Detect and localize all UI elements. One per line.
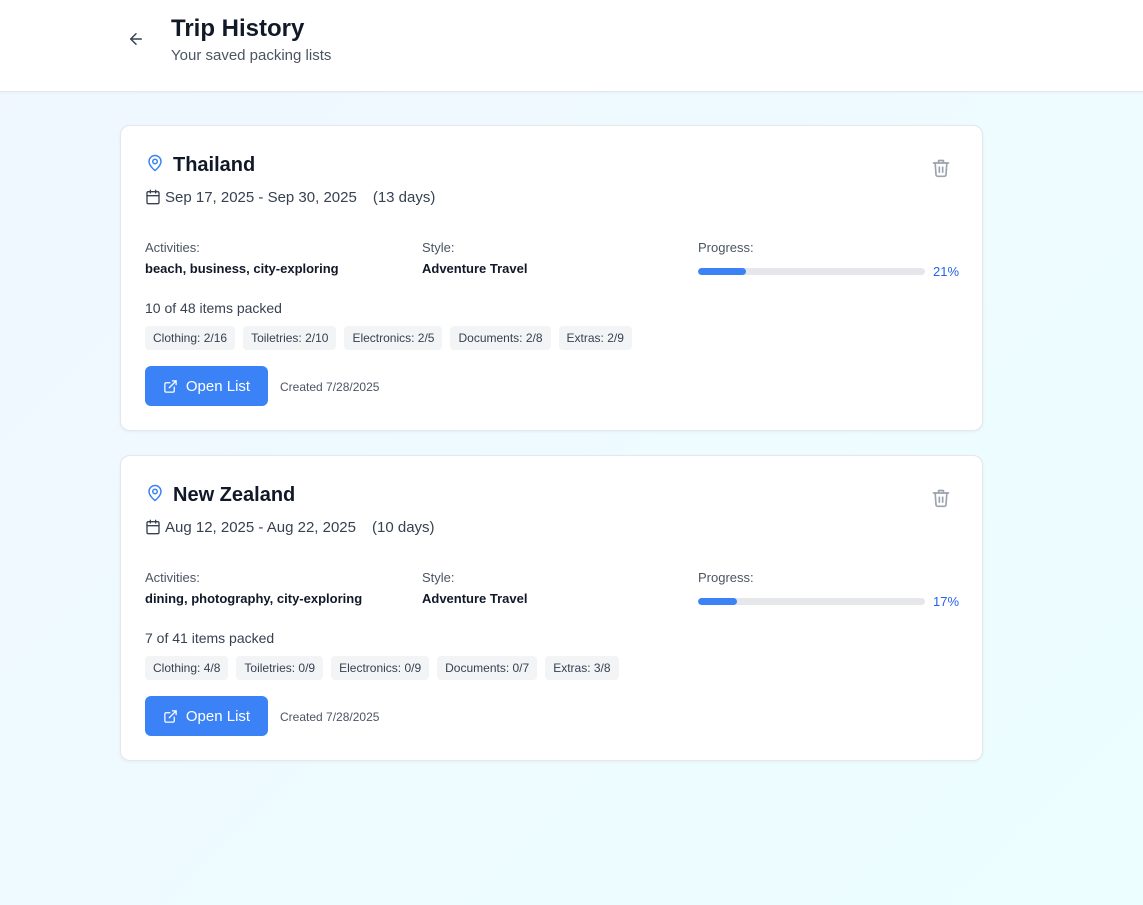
trip-destination: Thailand bbox=[173, 154, 256, 176]
category-chip-clothing: Clothing: 4/8 bbox=[145, 656, 229, 680]
open-list-button[interactable]: Open List bbox=[145, 366, 268, 406]
trip-duration: (13 days) bbox=[372, 189, 436, 206]
category-chip-toiletries: Toiletries: 0/9 bbox=[236, 656, 324, 680]
progress-bar bbox=[698, 598, 925, 605]
progress-bar-fill bbox=[698, 268, 746, 275]
category-chips: Clothing: 2/16 Toiletries: 2/10 Electron… bbox=[145, 326, 632, 350]
category-chip-electronics: Electronics: 2/5 bbox=[344, 326, 443, 350]
trip-destination: New Zealand bbox=[173, 484, 296, 506]
category-chip-documents: Documents: 0/7 bbox=[437, 656, 538, 680]
style-value: Adventure Travel bbox=[422, 591, 528, 606]
open-list-button[interactable]: Open List bbox=[145, 696, 268, 736]
category-chip-extras: Extras: 2/9 bbox=[558, 326, 632, 350]
page-header: Trip History Your saved packing lists bbox=[0, 0, 1143, 92]
arrow-left-icon bbox=[130, 33, 142, 45]
calendar-icon bbox=[146, 189, 160, 205]
trash-icon[interactable] bbox=[931, 487, 951, 509]
open-list-label: Open List bbox=[185, 707, 251, 725]
calendar-icon bbox=[146, 519, 160, 535]
activities-value: dining, photography, city-exploring bbox=[145, 591, 363, 606]
category-chip-clothing: Clothing: 2/16 bbox=[145, 326, 236, 350]
category-chip-documents: Documents: 2/8 bbox=[450, 326, 551, 350]
open-list-label: Open List bbox=[185, 377, 251, 395]
page-subtitle: Your saved packing lists bbox=[171, 47, 332, 64]
trip-date-range: Sep 17, 2025 - Sep 30, 2025 bbox=[165, 189, 357, 206]
progress-label: Progress: bbox=[698, 570, 754, 585]
created-date: Created 7/28/2025 bbox=[280, 380, 380, 394]
map-pin-icon bbox=[148, 484, 162, 502]
trash-icon[interactable] bbox=[931, 157, 951, 179]
category-chip-toiletries: Toiletries: 2/10 bbox=[243, 326, 337, 350]
style-label: Style: bbox=[422, 240, 455, 255]
style-label: Style: bbox=[422, 570, 455, 585]
category-chip-electronics: Electronics: 0/9 bbox=[331, 656, 430, 680]
activities-label: Activities: bbox=[145, 570, 200, 585]
style-value: Adventure Travel bbox=[422, 261, 528, 276]
trip-dates: Sep 17, 2025 - Sep 30, 2025 (13 days) bbox=[165, 188, 435, 208]
progress-percent: 21% bbox=[933, 264, 960, 279]
category-chips: Clothing: 4/8 Toiletries: 0/9 Electronic… bbox=[145, 656, 619, 680]
progress-percent: 17% bbox=[933, 594, 960, 609]
page-title: Trip History bbox=[171, 15, 305, 42]
trip-date-range: Aug 12, 2025 - Aug 22, 2025 bbox=[165, 519, 356, 536]
external-link-icon bbox=[164, 709, 177, 723]
back-button[interactable] bbox=[124, 27, 148, 51]
progress-label: Progress: bbox=[698, 240, 754, 255]
trip-dates: Aug 12, 2025 - Aug 22, 2025 (10 days) bbox=[165, 518, 435, 538]
activities-value: beach, business, city-exploring bbox=[145, 261, 339, 276]
created-date: Created 7/28/2025 bbox=[280, 710, 380, 724]
trip-card: Thailand Sep 17, 2025 - Sep 30, 2025 (13 … bbox=[120, 125, 983, 431]
items-packed-count: 10 of 48 items packed bbox=[145, 300, 282, 316]
external-link-icon bbox=[164, 379, 177, 393]
items-packed-count: 7 of 41 items packed bbox=[145, 630, 275, 646]
category-chip-extras: Extras: 3/8 bbox=[545, 656, 619, 680]
activities-label: Activities: bbox=[145, 240, 200, 255]
map-pin-icon bbox=[148, 154, 162, 172]
progress-bar bbox=[698, 268, 925, 275]
trip-duration: (10 days) bbox=[372, 519, 435, 536]
trip-card: New Zealand Aug 12, 2025 - Aug 22, 2025 (… bbox=[120, 455, 983, 761]
progress-bar-fill bbox=[698, 598, 737, 605]
